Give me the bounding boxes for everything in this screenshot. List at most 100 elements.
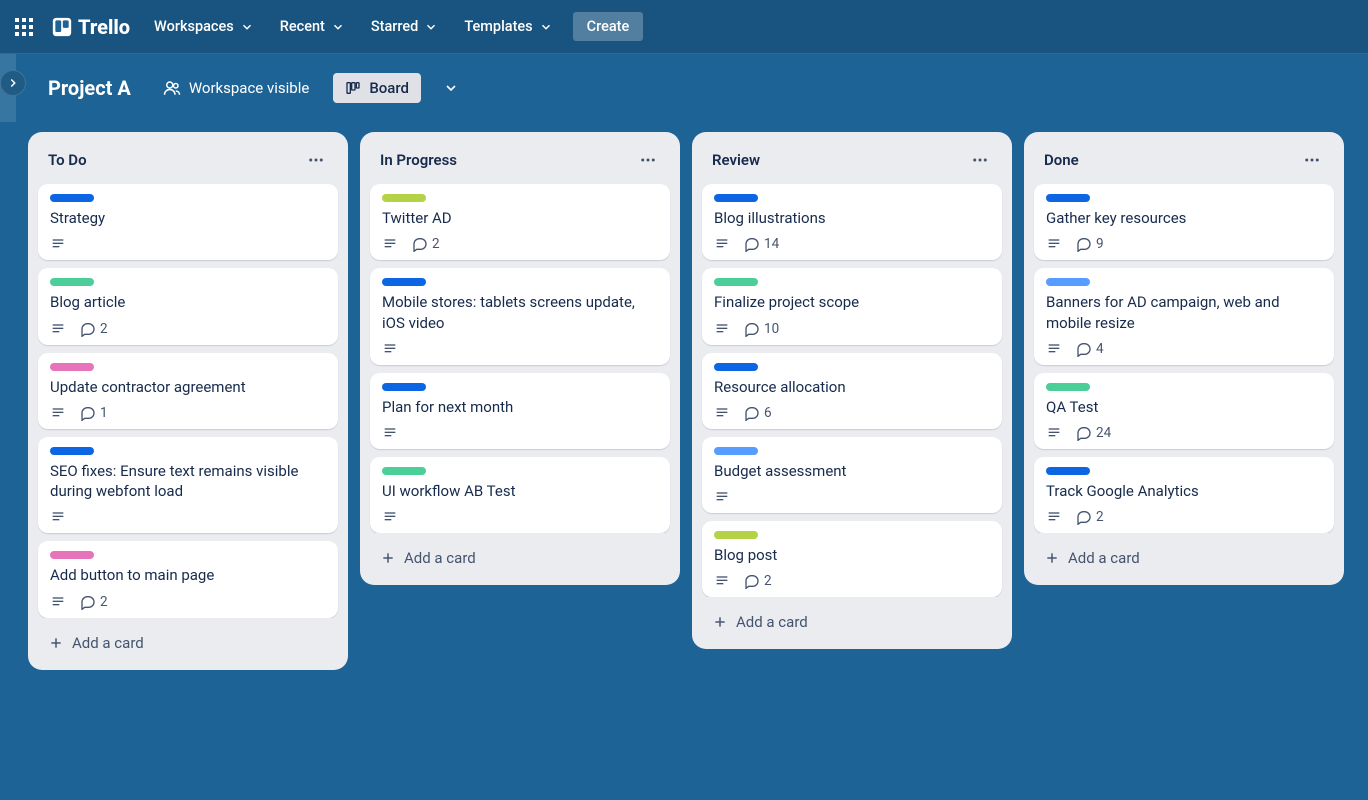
card[interactable]: Gather key resources 9	[1034, 184, 1334, 260]
card-title: Mobile stores: tablets screens update, i…	[382, 292, 658, 333]
card-label-blue[interactable]	[1046, 194, 1090, 202]
card[interactable]: QA Test 24	[1034, 373, 1334, 449]
card[interactable]: Track Google Analytics 2	[1034, 457, 1334, 533]
description-icon	[50, 594, 66, 610]
list-title[interactable]: In Progress	[380, 151, 457, 169]
card[interactable]: Update contractor agreement 1	[38, 353, 338, 429]
card-badges: 2	[50, 594, 326, 610]
add-card-button[interactable]: Add a card	[368, 539, 672, 577]
description-icon	[714, 236, 730, 252]
app-switcher-button[interactable]	[8, 11, 40, 43]
nav-templates-label: Templates	[464, 18, 532, 35]
view-switch-more[interactable]	[435, 72, 467, 104]
list-menu-button[interactable]	[302, 146, 330, 174]
board-view-icon	[345, 80, 361, 96]
list-title[interactable]: Done	[1044, 151, 1079, 169]
card-label-sky[interactable]	[1046, 278, 1090, 286]
comments-count: 6	[764, 405, 772, 421]
card[interactable]: Add button to main page 2	[38, 541, 338, 617]
card-label-green[interactable]	[50, 278, 94, 286]
card-labels	[714, 447, 990, 455]
card-labels	[1046, 278, 1322, 286]
comment-icon	[744, 573, 760, 589]
card-label-blue[interactable]	[714, 194, 758, 202]
card-label-blue[interactable]	[50, 194, 94, 202]
card-label-pink[interactable]	[50, 363, 94, 371]
card-label-green[interactable]	[382, 467, 426, 475]
card[interactable]: Resource allocation 6	[702, 353, 1002, 429]
grid-icon	[15, 18, 33, 36]
card[interactable]: SEO fixes: Ensure text remains visible d…	[38, 437, 338, 534]
list-cards: Blog illustrations 14 Finalize project s…	[700, 184, 1004, 597]
card[interactable]: Blog article 2	[38, 268, 338, 344]
board-canvas[interactable]: To Do Strategy Blog article 2 Update con…	[16, 122, 1368, 800]
nav-workspaces[interactable]: Workspaces	[142, 12, 266, 41]
card-label-pink[interactable]	[50, 551, 94, 559]
comments-count: 1	[100, 405, 108, 421]
list-menu-button[interactable]	[966, 146, 994, 174]
nav-templates[interactable]: Templates	[452, 12, 564, 41]
card-label-blue[interactable]	[50, 447, 94, 455]
card[interactable]: Banners for AD campaign, web and mobile …	[1034, 268, 1334, 365]
add-card-button[interactable]: Add a card	[1032, 539, 1336, 577]
board-header: Project A Workspace visible Board	[0, 54, 1368, 122]
card[interactable]: Twitter AD 2	[370, 184, 670, 260]
card-badges	[382, 425, 658, 441]
add-card-button[interactable]: Add a card	[700, 603, 1004, 641]
card-badges: 6	[714, 405, 990, 421]
comment-icon	[744, 405, 760, 421]
card-label-blue[interactable]	[382, 383, 426, 391]
card-title: Track Google Analytics	[1046, 481, 1322, 501]
card-label-blue[interactable]	[382, 278, 426, 286]
comment-icon	[1076, 425, 1092, 441]
description-badge	[382, 509, 398, 525]
card[interactable]: Mobile stores: tablets screens update, i…	[370, 268, 670, 365]
card-badges: 1	[50, 405, 326, 421]
nav-starred[interactable]: Starred	[359, 12, 450, 41]
card[interactable]: Budget assessment	[702, 437, 1002, 513]
card[interactable]: Blog illustrations 14	[702, 184, 1002, 260]
card-label-lime[interactable]	[382, 194, 426, 202]
list-menu-button[interactable]	[1298, 146, 1326, 174]
description-icon	[1046, 341, 1062, 357]
comments-count: 2	[100, 321, 108, 337]
list-title[interactable]: To Do	[48, 151, 87, 169]
card-labels	[50, 278, 326, 286]
card-label-green[interactable]	[1046, 383, 1090, 391]
add-card-button[interactable]: Add a card	[36, 624, 340, 662]
card-label-lime[interactable]	[714, 531, 758, 539]
list-menu-button[interactable]	[634, 146, 662, 174]
topbar: Trello Workspaces Recent Starred Templat…	[0, 0, 1368, 54]
description-icon	[1046, 509, 1062, 525]
card-label-green[interactable]	[714, 278, 758, 286]
description-icon	[382, 236, 398, 252]
card-title: Strategy	[50, 208, 326, 228]
card-label-blue[interactable]	[714, 363, 758, 371]
card-badges: 9	[1046, 236, 1322, 252]
card-label-sky[interactable]	[714, 447, 758, 455]
card-title: Resource allocation	[714, 377, 990, 397]
list: Review Blog illustrations 14 Finalize pr…	[692, 132, 1012, 649]
card[interactable]: Plan for next month	[370, 373, 670, 449]
comment-icon	[1076, 236, 1092, 252]
description-icon	[382, 425, 398, 441]
description-badge	[50, 405, 66, 421]
comments-badge: 4	[1076, 341, 1104, 357]
board-title[interactable]: Project A	[40, 72, 139, 104]
card-labels	[1046, 467, 1322, 475]
visibility-button[interactable]: Workspace visible	[153, 73, 320, 103]
card-label-blue[interactable]	[1046, 467, 1090, 475]
nav-recent[interactable]: Recent	[268, 12, 357, 41]
card[interactable]: Blog post 2	[702, 521, 1002, 597]
create-button[interactable]: Create	[573, 12, 644, 41]
card-title: UI workflow AB Test	[382, 481, 658, 501]
list-title[interactable]: Review	[712, 151, 760, 169]
trello-logo[interactable]: Trello	[42, 11, 140, 43]
view-switch-button[interactable]: Board	[333, 73, 421, 103]
sidebar-expand-button[interactable]	[0, 70, 26, 96]
description-icon	[50, 509, 66, 525]
card[interactable]: Finalize project scope 10	[702, 268, 1002, 344]
card[interactable]: UI workflow AB Test	[370, 457, 670, 533]
card[interactable]: Strategy	[38, 184, 338, 260]
add-card-label: Add a card	[736, 613, 808, 631]
